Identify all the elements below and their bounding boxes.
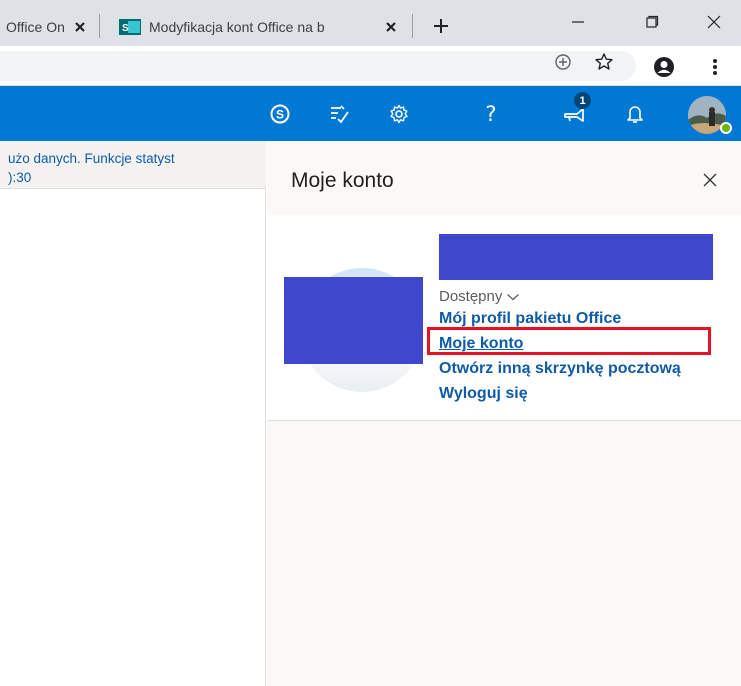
- status-label: Dostępny: [439, 288, 503, 305]
- close-icon[interactable]: [381, 17, 401, 37]
- todo-icon[interactable]: [317, 86, 361, 141]
- chevron-down-icon: [507, 293, 520, 300]
- redacted-photo-block: [284, 277, 423, 364]
- star-icon[interactable]: [594, 52, 614, 72]
- profile-icon[interactable]: [653, 56, 675, 78]
- sign-out-link[interactable]: Wyloguj się: [439, 385, 528, 403]
- message-time: ):30: [8, 170, 32, 185]
- close-icon[interactable]: [70, 17, 90, 37]
- redacted-name-block: [439, 234, 713, 280]
- message-list: użo danych. Funkcje statyst ):30: [0, 141, 266, 686]
- window-close-button[interactable]: [694, 8, 734, 36]
- kebab-menu-icon[interactable]: [704, 56, 726, 78]
- account-panel: Moje konto Dostępny Mój profil pakietu O…: [267, 141, 741, 686]
- tab-separator: [99, 14, 100, 38]
- message-preview: użo danych. Funkcje statyst: [8, 151, 175, 166]
- help-icon[interactable]: ?: [469, 86, 513, 141]
- highlight-annotation: [427, 327, 711, 355]
- list-item[interactable]: użo danych. Funkcje statyst ):30: [0, 141, 266, 189]
- office-profile-link[interactable]: Mój profil pakietu Office: [439, 310, 621, 328]
- svg-text:S: S: [122, 23, 129, 34]
- open-other-mailbox-link[interactable]: Otwórz inną skrzynkę pocztową: [439, 360, 681, 378]
- tab-title: Office Online: [6, 19, 64, 35]
- svg-text:S: S: [276, 107, 284, 121]
- notification-badge: 1: [574, 92, 591, 109]
- gear-icon[interactable]: [377, 86, 421, 141]
- zoom-icon[interactable]: [553, 52, 573, 72]
- tab-title: Modyfikacja kont Office na b: [149, 19, 325, 35]
- presence-status[interactable]: Dostępny: [439, 288, 520, 305]
- browser-toolbar: [0, 46, 741, 86]
- maximize-button[interactable]: [632, 8, 672, 36]
- panel-header: Moje konto: [267, 141, 741, 215]
- browser-tab-office[interactable]: Office Online: [0, 8, 100, 46]
- panel-title: Moje konto: [291, 169, 394, 192]
- new-tab-button[interactable]: [427, 12, 455, 40]
- outlook-header: S ?: [0, 86, 741, 141]
- tab-separator: [412, 14, 413, 38]
- sharepoint-icon: S: [119, 19, 141, 35]
- address-bar[interactable]: [0, 51, 636, 81]
- help-glyph: ?: [485, 101, 497, 126]
- presence-available-icon: [720, 122, 732, 134]
- close-icon[interactable]: [697, 167, 723, 193]
- account-card: Dostępny Mój profil pakietu Office Moje …: [267, 215, 741, 421]
- browser-tab-strip: Office Online S Modyfikacja kont Office …: [0, 0, 741, 46]
- minimize-button[interactable]: [558, 8, 598, 36]
- browser-tab-modyfikacja[interactable]: S Modyfikacja kont Office na b: [101, 8, 411, 46]
- skype-icon[interactable]: S: [258, 86, 302, 141]
- bell-icon[interactable]: [613, 86, 657, 141]
